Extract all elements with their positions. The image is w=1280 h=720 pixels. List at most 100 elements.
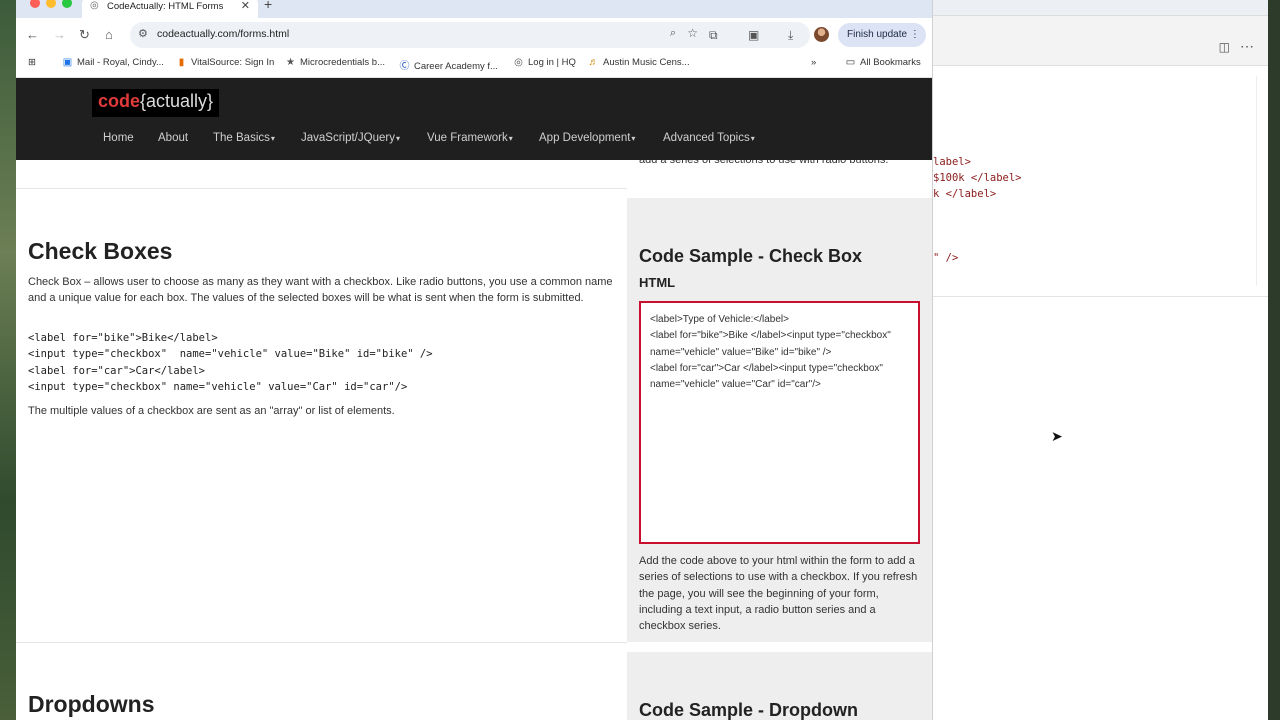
- next-code-sample-title: Code Sample - Dropdown: [639, 700, 859, 720]
- browser-window: ◎ CodeActually: HTML Forms ✕ + ← → ↻ ⌂ ⚙…: [16, 0, 932, 720]
- caret-down-icon: ▾: [750, 134, 755, 143]
- bookmark-item[interactable]: ◎ Log in | HQ: [513, 57, 576, 68]
- code-fragment: k </label>: [933, 188, 997, 200]
- code-line: <input type="checkbox" name="vehicle" va…: [28, 348, 433, 361]
- bookmark-item[interactable]: ♬ Austin Music Cens...: [588, 57, 690, 68]
- caret-down-icon: ▾: [270, 134, 275, 143]
- star-icon: ★: [286, 57, 295, 68]
- nav-label: Vue Framework: [427, 132, 508, 144]
- all-bookmarks[interactable]: ▭ All Bookmarks: [845, 57, 921, 68]
- home-icon[interactable]: ⌂: [105, 27, 113, 42]
- tab-title: CodeActually: HTML Forms: [107, 1, 224, 12]
- vitalsource-icon: ▮: [178, 57, 185, 68]
- site-header: code{actually} Home About The Basics▾ Ja…: [16, 78, 932, 160]
- site-info-icon[interactable]: ⚙: [138, 27, 148, 40]
- finish-update-label: Finish update: [847, 29, 908, 40]
- nav-javascript[interactable]: JavaScript/JQuery▾: [301, 132, 400, 144]
- code-sample-title: Code Sample - Check Box: [639, 246, 863, 266]
- code-fragment: " />: [933, 252, 959, 264]
- section-description: Check Box – allows user to choose as man…: [28, 276, 613, 304]
- next-section-heading: Dropdowns: [28, 691, 155, 717]
- web-page: add a series of selections to use with r…: [16, 78, 932, 720]
- bookmark-item[interactable]: ▮ VitalSource: Sign In: [176, 57, 275, 68]
- reload-icon[interactable]: ↻: [79, 27, 90, 43]
- forward-icon[interactable]: →: [53, 27, 66, 42]
- divider: [16, 642, 627, 643]
- all-bookmarks-label: All Bookmarks: [860, 57, 921, 68]
- outlook-icon: ▣: [62, 57, 73, 68]
- address-bar[interactable]: ⚙ codeactually.com/forms.html ⌕ ☆: [130, 22, 810, 48]
- secondary-window-toolbar: ◫ ⋯: [933, 16, 1268, 66]
- nav-vue[interactable]: Vue Framework▾: [427, 132, 513, 144]
- site-logo[interactable]: code{actually}: [92, 89, 220, 117]
- secondary-window-titlebar: [933, 0, 1268, 16]
- code-line: <label for="bike">Bike</label>: [28, 332, 218, 344]
- code-box-line: <label for="car">Car </label><input type…: [650, 362, 883, 391]
- tab-bar: ◎ CodeActually: HTML Forms ✕ +: [16, 0, 932, 18]
- folder-icon: ▭: [845, 57, 856, 68]
- more-bookmarks-icon[interactable]: »: [811, 57, 816, 68]
- new-tab-button[interactable]: +: [264, 0, 272, 12]
- nav-label: Advanced Topics: [663, 132, 750, 144]
- code-box-line: <label>Type of Vehicle:</label>: [650, 314, 789, 325]
- nav-the-basics[interactable]: The Basics▾: [213, 132, 275, 144]
- bookmark-label: Microcredentials b...: [300, 57, 386, 68]
- apps-icon[interactable]: ⊞: [28, 57, 36, 68]
- nav-app-development[interactable]: App Development▾: [539, 132, 635, 144]
- desktop-background-right: [1268, 0, 1280, 720]
- code-line: <input type="checkbox" name="vehicle" va…: [28, 380, 408, 393]
- close-window-button[interactable]: [30, 0, 40, 8]
- url-text[interactable]: codeactually.com/forms.html: [157, 28, 289, 40]
- tab-active[interactable]: ◎ CodeActually: HTML Forms ✕: [82, 0, 258, 18]
- code-line: <label for="car">Car</label>: [28, 364, 206, 377]
- code-fragment: label>: [933, 156, 971, 168]
- code-example: <label for="bike">Bike</label> <input typ…: [28, 330, 433, 395]
- nav-about[interactable]: About: [158, 132, 188, 144]
- zoom-icon[interactable]: ⌕: [670, 27, 676, 40]
- caret-down-icon: ▾: [631, 134, 636, 143]
- download-icon[interactable]: ⤓: [788, 28, 793, 43]
- section-heading: Check Boxes: [28, 238, 173, 264]
- desktop-background: [0, 0, 16, 720]
- back-icon[interactable]: ←: [26, 27, 39, 42]
- caret-down-icon: ▾: [395, 134, 400, 143]
- code-sample-textarea[interactable]: <label>Type of Vehicle:</label> <label f…: [639, 301, 920, 544]
- code-sample-subtitle: HTML: [639, 275, 676, 290]
- bookmark-label: Career Academy f...: [414, 61, 498, 72]
- minimize-window-button[interactable]: [46, 0, 56, 8]
- more-options-icon[interactable]: ⋯: [1240, 38, 1254, 55]
- nav-label: The Basics: [213, 132, 270, 144]
- section-note: The multiple values of a checkbox are se…: [28, 405, 395, 417]
- extensions-icon[interactable]: ⧉: [709, 28, 718, 43]
- cast-icon[interactable]: ▣: [748, 28, 759, 42]
- code-fragment: $100k </label>: [933, 172, 1022, 184]
- nav-advanced-topics[interactable]: Advanced Topics▾: [663, 132, 755, 144]
- close-tab-icon[interactable]: ✕: [241, 0, 250, 12]
- secondary-window: ◫ ⋯ label> $100k </label> k </label> " /…: [932, 0, 1269, 720]
- nav-label: JavaScript/JQuery: [301, 132, 395, 144]
- code-box-line: <label for="bike">Bike </label><input ty…: [650, 330, 891, 358]
- profile-avatar[interactable]: [814, 27, 829, 42]
- bookmark-item[interactable]: ★ Microcredentials b...: [285, 57, 385, 68]
- bookmark-star-icon[interactable]: ☆: [687, 26, 698, 40]
- finish-update-button[interactable]: Finish update ⋮: [838, 23, 926, 47]
- logo-code: code: [98, 91, 141, 111]
- mouse-cursor-icon: ➤: [1051, 428, 1063, 444]
- bookmark-label: Austin Music Cens...: [603, 57, 690, 68]
- bookmark-item[interactable]: ▣ Mail - Royal, Cindy...: [62, 57, 164, 68]
- divider: [933, 296, 1269, 297]
- divider: [16, 188, 627, 189]
- nav-label: App Development: [539, 132, 631, 144]
- browser-toolbar: ← → ↻ ⌂ ⚙ codeactually.com/forms.html ⌕ …: [16, 18, 932, 52]
- maximize-window-button[interactable]: [62, 0, 72, 8]
- music-icon: ♬: [588, 57, 599, 68]
- bookmark-label: Log in | HQ: [528, 57, 576, 68]
- nav-home[interactable]: Home: [103, 132, 134, 144]
- split-panel-icon[interactable]: ◫: [1219, 40, 1230, 54]
- logo-actually: {actually}: [140, 91, 214, 111]
- bookmark-label: VitalSource: Sign In: [191, 57, 275, 68]
- code-sample-instructions: Add the code above to your html within t…: [639, 555, 918, 633]
- bookmark-item[interactable]: Ⓒ Career Academy f...: [399, 57, 498, 72]
- bookmarks-bar: ⊞ ▣ Mail - Royal, Cindy... ▮ VitalSource: …: [16, 52, 932, 78]
- scrollbar[interactable]: [1256, 76, 1262, 286]
